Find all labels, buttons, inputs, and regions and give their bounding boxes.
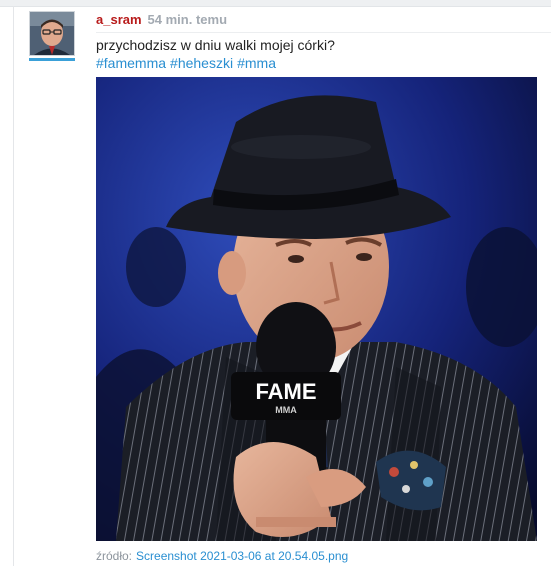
- post-timestamp: 54 min. temu: [147, 12, 228, 27]
- source-label: źródło:: [96, 549, 133, 563]
- tag-link-famemma[interactable]: #famemma: [96, 55, 166, 71]
- thread-divider: [13, 6, 14, 566]
- tag-link-mma[interactable]: #mma: [237, 55, 276, 71]
- mic-logo-mma: MMA: [275, 405, 297, 415]
- avatar-portrait-icon: [30, 12, 74, 55]
- top-strip: [0, 0, 551, 7]
- avatar-image: [29, 11, 75, 56]
- post-photo: FAME MMA: [96, 77, 537, 541]
- author-username-link[interactable]: a_sram: [96, 12, 142, 27]
- post-text: przychodzisz w dniu walki mojej córki?: [96, 37, 335, 53]
- author-avatar[interactable]: [29, 11, 75, 61]
- post-image[interactable]: FAME MMA: [96, 77, 537, 541]
- avatar-active-bar: [29, 58, 75, 61]
- post-tags: #famemma #heheszki #mma: [96, 54, 276, 72]
- source-file-link[interactable]: Screenshot 2021-03-06 at 20.54.05.png: [136, 549, 348, 563]
- post-page: a_sram 54 min. temu przychodzisz w dniu w…: [0, 0, 551, 566]
- post-header: a_sram 54 min. temu: [96, 12, 227, 28]
- mic-logo-fame: FAME: [255, 379, 316, 404]
- tag-link-heheszki[interactable]: #heheszki: [170, 55, 233, 71]
- image-source: źródło: Screenshot 2021-03-06 at 20.54.05…: [96, 549, 348, 563]
- header-divider: [96, 32, 551, 33]
